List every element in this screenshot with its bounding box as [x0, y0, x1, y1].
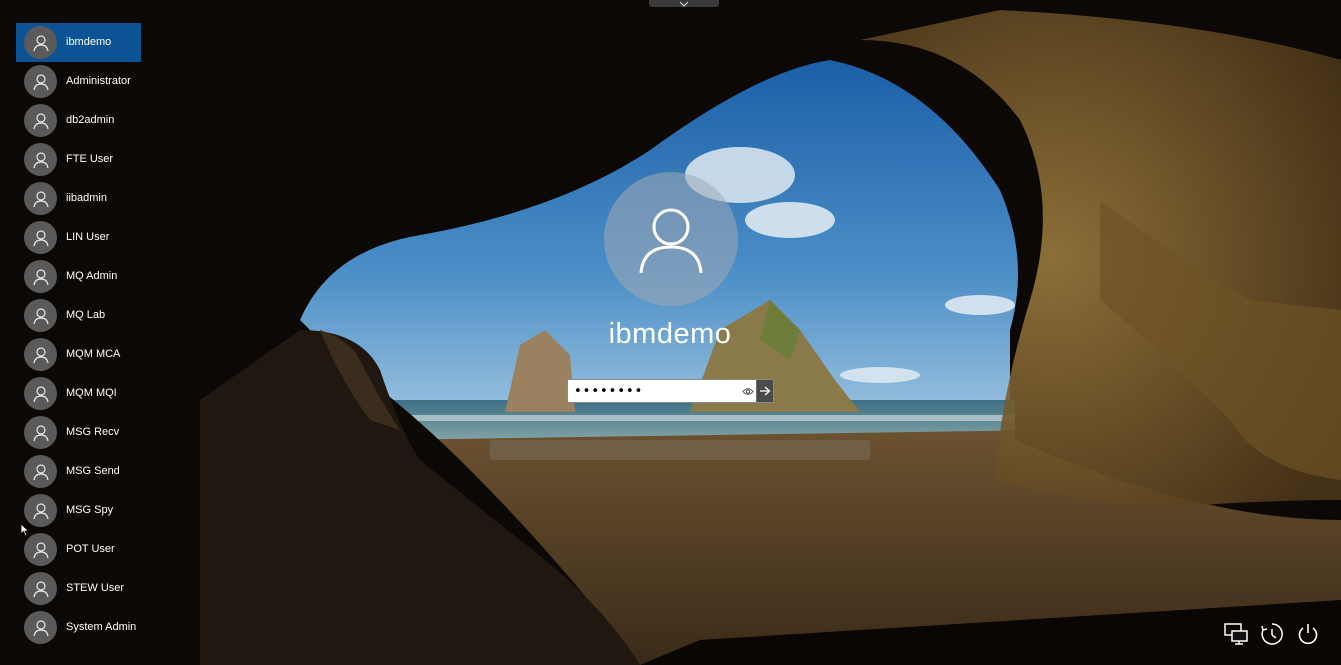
person-icon — [32, 580, 49, 597]
top-pull-handle[interactable] — [649, 0, 719, 7]
user-name: MSG Spy — [66, 504, 114, 516]
submit-button[interactable] — [755, 380, 773, 402]
person-icon — [32, 424, 49, 441]
person-icon — [32, 307, 49, 324]
user-item[interactable]: MSG Recv — [16, 413, 141, 452]
user-item[interactable]: STEW User — [16, 569, 141, 608]
system-tray — [1224, 622, 1320, 646]
person-icon — [32, 229, 49, 246]
password-box — [567, 379, 774, 403]
person-icon — [32, 268, 49, 285]
user-item[interactable]: Administrator — [16, 62, 141, 101]
user-name: MSG Send — [66, 465, 120, 477]
person-icon — [32, 502, 49, 519]
user-avatar — [24, 260, 57, 293]
user-avatar — [24, 104, 57, 137]
user-avatar — [24, 572, 57, 605]
user-avatar — [24, 221, 57, 254]
password-input[interactable] — [568, 380, 740, 402]
user-item[interactable]: ibmdemo — [16, 23, 141, 62]
person-icon — [32, 73, 49, 90]
person-icon — [32, 385, 49, 402]
person-icon — [32, 346, 49, 363]
person-icon — [32, 151, 49, 168]
person-icon — [32, 619, 49, 636]
person-icon — [32, 463, 49, 480]
user-item[interactable]: MSG Spy — [16, 491, 141, 530]
user-name: iibadmin — [66, 192, 107, 204]
user-item[interactable]: MSG Send — [16, 452, 141, 491]
user-name: LIN User — [66, 231, 110, 243]
mouse-cursor — [20, 523, 30, 542]
user-avatar — [24, 455, 57, 488]
user-item[interactable]: MQM MCA — [16, 335, 141, 374]
user-avatar — [24, 416, 57, 449]
user-name: POT User — [66, 543, 115, 555]
user-name: FTE User — [66, 153, 114, 165]
user-item[interactable]: db2admin — [16, 101, 141, 140]
reveal-password-button[interactable] — [740, 380, 756, 402]
person-icon — [32, 34, 49, 51]
chevron-down-icon — [679, 1, 689, 7]
person-icon — [639, 208, 703, 274]
user-item[interactable]: MQ Lab — [16, 296, 141, 335]
user-name: STEW User — [66, 582, 125, 594]
user-item[interactable]: iibadmin — [16, 179, 141, 218]
user-name: MSG Recv — [66, 426, 120, 438]
user-avatar — [24, 611, 57, 644]
person-icon — [32, 190, 49, 207]
user-item[interactable]: MQM MQI — [16, 374, 141, 413]
user-name: System Admin — [66, 621, 137, 633]
arrow-right-icon — [759, 386, 771, 396]
user-item[interactable]: System Admin — [16, 608, 141, 647]
user-avatar — [24, 65, 57, 98]
user-name: MQM MQI — [66, 387, 117, 399]
user-name: MQ Lab — [66, 309, 106, 321]
user-item[interactable]: POT User — [16, 530, 141, 569]
person-icon — [32, 541, 49, 558]
user-name: MQM MCA — [66, 348, 121, 360]
user-avatar — [24, 182, 57, 215]
user-item[interactable]: LIN User — [16, 218, 141, 257]
ease-of-access-icon[interactable] — [1260, 622, 1284, 646]
user-name: Administrator — [66, 75, 131, 87]
user-avatar — [24, 377, 57, 410]
network-icon[interactable] — [1224, 622, 1248, 646]
eye-icon — [742, 387, 754, 395]
user-avatar — [24, 299, 57, 332]
user-name: MQ Admin — [66, 270, 118, 282]
username-title: ibmdemo — [608, 318, 732, 350]
user-avatar — [24, 338, 57, 371]
user-item[interactable]: MQ Admin — [16, 257, 141, 296]
user-list: ibmdemo Administrator db2admin FTE User iiba… — [16, 23, 176, 647]
person-icon — [32, 112, 49, 129]
user-name: db2admin — [66, 114, 115, 126]
user-avatar — [24, 26, 57, 59]
user-name: ibmdemo — [66, 36, 112, 48]
user-item[interactable]: FTE User — [16, 140, 141, 179]
user-avatar-large — [604, 172, 738, 306]
power-icon[interactable] — [1296, 622, 1320, 646]
user-avatar — [24, 143, 57, 176]
